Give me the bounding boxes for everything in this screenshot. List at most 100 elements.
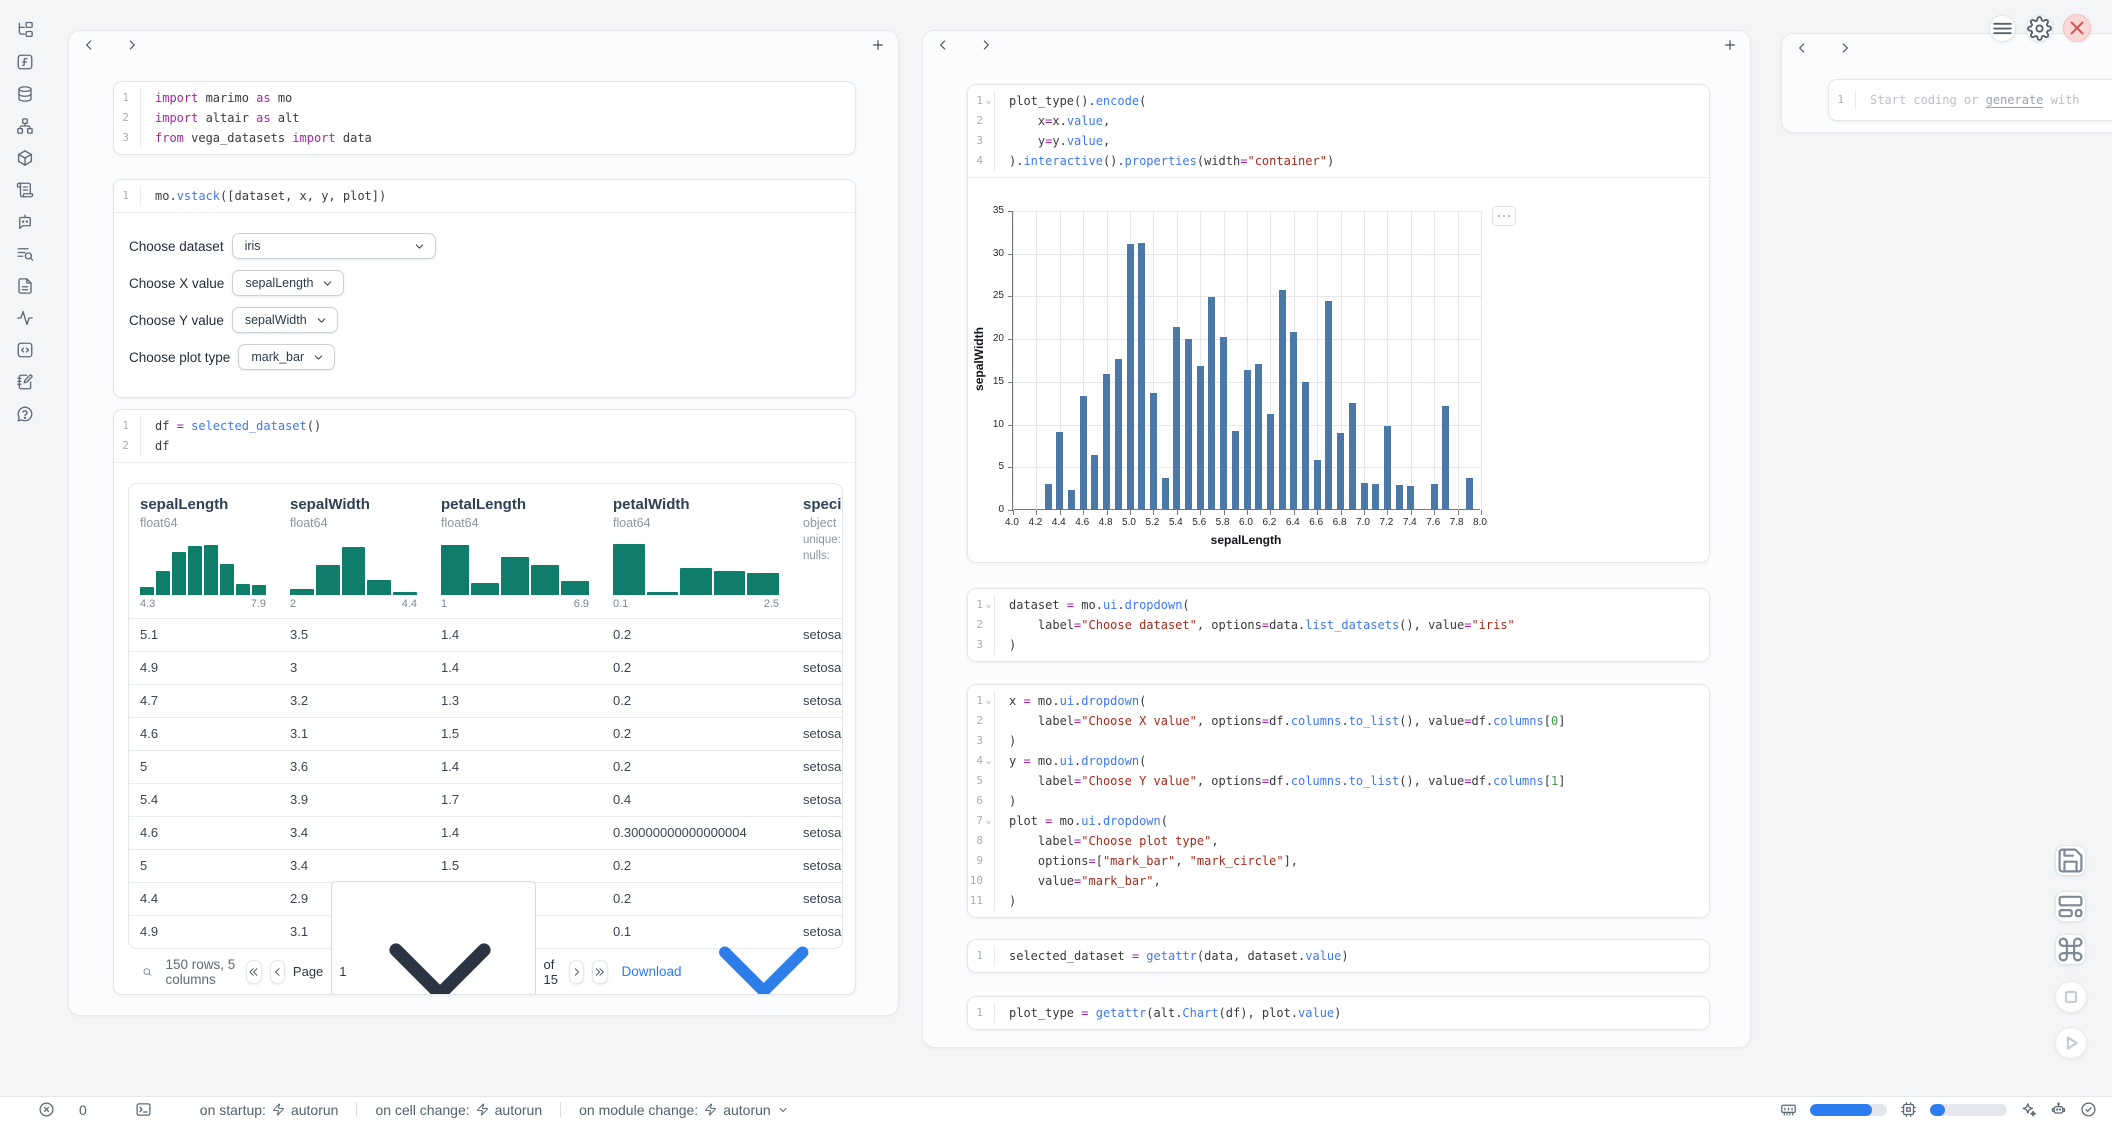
last-page-button[interactable] (592, 960, 607, 984)
code-line[interactable]: 1⌄dataset = mo.ui.dropdown( (968, 595, 1709, 615)
scratchpad-icon[interactable] (16, 181, 34, 199)
bar (1442, 406, 1449, 510)
code-line[interactable]: 2 label="Choose dataset", options=data.l… (968, 615, 1709, 635)
dependency-graph-icon[interactable] (16, 117, 34, 135)
dataset-select[interactable]: iris (232, 233, 436, 259)
first-page-button[interactable] (246, 960, 261, 984)
connection-status-icon[interactable] (2080, 1101, 2097, 1118)
table-row[interactable]: 53.61.40.2setosa (129, 751, 842, 784)
code-line[interactable]: 6) (968, 791, 1709, 811)
table-row[interactable]: 4.63.41.40.30000000000000004setosa (129, 817, 842, 850)
bar (1255, 364, 1262, 510)
plot-type-select[interactable]: mark_bar (238, 344, 335, 370)
run-button[interactable] (2055, 1027, 2087, 1059)
code-line[interactable]: 3 y=y.value, (968, 131, 1709, 151)
code-line[interactable]: 1selected_dataset = getattr(data, datase… (968, 946, 1709, 966)
panel-scroll-right-button[interactable] (978, 37, 994, 53)
logs-icon[interactable] (16, 245, 34, 263)
code-line[interactable]: 4).interactive().properties(width="conta… (968, 151, 1709, 171)
command-palette-button[interactable] (2055, 934, 2086, 965)
x-value-select[interactable]: sepalLength (232, 270, 344, 296)
panel-scroll-left-button[interactable] (1794, 40, 1810, 56)
download-button[interactable]: Download (622, 894, 841, 995)
code-line[interactable]: 3from vega_datasets import data (114, 128, 855, 148)
code-line[interactable]: 1mo.vstack([dataset, x, y, plot]) (114, 186, 855, 206)
notebook-menu-button[interactable] (1989, 15, 2016, 42)
y-value-select[interactable]: sepalWidth (232, 307, 338, 333)
database-icon[interactable] (16, 85, 34, 103)
code-line[interactable]: 4⌄y = mo.ui.dropdown( (968, 751, 1709, 771)
table-row[interactable]: 5.43.91.70.4setosa (129, 784, 842, 817)
code-line[interactable]: 1⌄plot_type().encode( (968, 91, 1709, 111)
error-indicator[interactable]: 0 (38, 1101, 87, 1118)
save-button[interactable] (2055, 845, 2086, 876)
documentation-icon[interactable] (16, 277, 34, 295)
code-line[interactable]: 1 Start coding or generate with (1829, 90, 2112, 110)
code-line[interactable]: 1df = selected_dataset() (114, 416, 855, 436)
code-line[interactable]: 5 label="Choose Y value", options=df.col… (968, 771, 1709, 791)
bar (1115, 359, 1122, 510)
stop-button[interactable] (2055, 981, 2087, 1013)
table-row[interactable]: 5.13.51.40.2setosa (129, 619, 842, 652)
code-cell-xy-plot-dropdowns: 1⌄x = mo.ui.dropdown(2 label="Choose X v… (967, 684, 1710, 918)
panel-scroll-right-button[interactable] (1837, 40, 1853, 56)
plot-area[interactable] (1012, 211, 1480, 510)
table-row[interactable]: 4.63.11.50.2setosa (129, 718, 842, 751)
code-line[interactable]: 1import marimo as mo (114, 88, 855, 108)
code-line[interactable]: 2import altair as alt (114, 108, 855, 128)
code-line[interactable]: 3) (968, 731, 1709, 751)
column-header-sepalWidth[interactable]: sepalWidthfloat6424.4 (279, 484, 430, 619)
code-line[interactable]: 7⌄plot = mo.ui.dropdown( (968, 811, 1709, 831)
page-select[interactable]: 1 (331, 881, 535, 996)
code-line[interactable]: 11) (968, 891, 1709, 911)
code-line[interactable]: 2 label="Choose X value", options=df.col… (968, 711, 1709, 731)
code-line[interactable]: 3) (968, 635, 1709, 655)
fold-icon: ⌄ (983, 91, 994, 111)
column-header-petalWidth[interactable]: petalWidthfloat640.12.5 (602, 484, 792, 619)
code-line[interactable]: 9 options=["mark_bar", "mark_circle"], (968, 851, 1709, 871)
code-cell-selected-dataset: 1selected_dataset = getattr(data, datase… (967, 939, 1710, 973)
assistant-bot-icon[interactable] (2050, 1101, 2067, 1118)
next-page-button[interactable] (569, 960, 584, 984)
y-axis-title: sepalWidth (972, 279, 986, 439)
function-square-icon[interactable] (16, 53, 34, 71)
table-row[interactable]: 4.931.40.2setosa (129, 652, 842, 685)
snippets-icon[interactable] (16, 341, 34, 359)
chart-actions-button[interactable] (1492, 206, 1516, 226)
add-cell-button[interactable] (1722, 37, 1738, 53)
ai-sparkles-icon[interactable] (2020, 1101, 2037, 1118)
help-icon[interactable] (16, 405, 34, 423)
file-tree-icon[interactable] (16, 21, 34, 39)
package-icon[interactable] (16, 149, 34, 167)
column-header-petalLength[interactable]: petalLengthfloat6416.9 (430, 484, 602, 619)
search-icon[interactable] (142, 964, 152, 980)
add-cell-button[interactable] (870, 37, 886, 53)
code-line[interactable]: 2df (114, 436, 855, 456)
dropdown-controls-output: Choose datasetirisChoose X valuesepalLen… (114, 212, 855, 397)
code-line[interactable]: 2 x=x.value, (968, 111, 1709, 131)
code-line[interactable]: 1⌄x = mo.ui.dropdown( (968, 691, 1709, 711)
code-line[interactable]: 10 value="mark_bar", (968, 871, 1709, 891)
shutdown-button[interactable] (2063, 14, 2091, 42)
line-number: 8 (976, 831, 983, 851)
panel-scroll-right-button[interactable] (124, 37, 140, 53)
on-startup-config[interactable]: on startup: autorun (200, 1102, 339, 1118)
column-header-sepalLength[interactable]: sepalLengthfloat644.37.9 (129, 484, 279, 619)
notebook-icon[interactable] (16, 373, 34, 391)
code-line[interactable]: 1plot_type = getattr(alt.Chart(df), plot… (968, 1003, 1709, 1023)
panel-scroll-left-button[interactable] (935, 37, 951, 53)
table-row[interactable]: 53.41.50.2setosa (129, 850, 842, 883)
tracing-icon[interactable] (16, 309, 34, 327)
generate-with-ai-link[interactable]: generate (1986, 93, 2044, 107)
on-module-change-config[interactable]: on module change: autorun (579, 1102, 789, 1118)
on-cell-change-config[interactable]: on cell change: autorun (375, 1102, 542, 1118)
panel-scroll-left-button[interactable] (81, 37, 97, 53)
terminal-button[interactable] (135, 1101, 152, 1118)
column-header-species[interactable]: speciesobjectunique:nulls: (792, 484, 842, 619)
settings-button[interactable] (2026, 15, 2053, 42)
table-row[interactable]: 4.73.21.30.2setosa (129, 685, 842, 718)
code-line[interactable]: 8 label="Choose plot type", (968, 831, 1709, 851)
chat-icon[interactable] (16, 213, 34, 231)
prev-page-button[interactable] (270, 960, 285, 984)
layout-button[interactable] (2055, 891, 2086, 922)
